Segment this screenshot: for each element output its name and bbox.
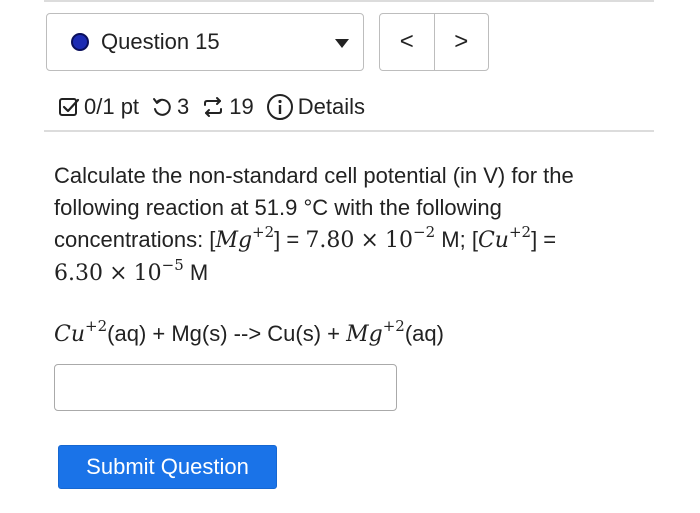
reaction-middle: (aq) + Mg(s) --> Cu(s) + [107, 321, 347, 346]
question-page: Question 15 < > 0/1 pt 3 19 Details Calc… [0, 0, 700, 513]
question-selector[interactable]: Question 15 [46, 13, 364, 71]
top-divider [44, 0, 654, 2]
score-text: 0/1 pt [84, 94, 140, 119]
cu-conc-mantissa: 6.30 [54, 261, 103, 286]
mg-conc-exp: −2 [413, 222, 436, 241]
attempts-info: 19 [201, 94, 254, 120]
question-selector-label: Question 15 [101, 29, 220, 54]
mg-species: Mg [215, 228, 253, 253]
mg-conc-mantissa: 7.80 [305, 228, 355, 253]
unit1: M; [ [435, 227, 478, 252]
reactant-species: Cu [54, 322, 86, 347]
times-sign-2: × [109, 261, 128, 286]
chevron-down-icon [335, 39, 349, 48]
eq1: ] = [274, 227, 306, 252]
reaction-end: (aq) [404, 321, 444, 346]
next-question-button[interactable]: > [433, 14, 489, 70]
status-dot-icon [71, 33, 89, 51]
submit-question-button[interactable]: Submit Question [58, 445, 277, 489]
mg-charge: +2 [252, 222, 275, 241]
question-text: Calculate the non-standard cell potentia… [54, 160, 654, 290]
reactant-charge: +2 [85, 316, 108, 335]
unit2: M [183, 260, 209, 285]
cu-charge: +2 [508, 222, 532, 241]
details-label: Details [297, 94, 366, 119]
score-info: 0/1 pt [58, 94, 139, 120]
product-species: Mg [346, 322, 383, 347]
details-toggle[interactable]: Details [266, 93, 365, 121]
product-charge: +2 [382, 316, 405, 335]
eq2: ] = [531, 227, 557, 252]
retries-info: 3 [151, 94, 189, 120]
checkbox-icon [59, 98, 80, 116]
ten-2: 10 [133, 261, 162, 286]
times-sign-1: × [360, 228, 379, 253]
undo-icon [153, 98, 171, 116]
reaction-equation: Cu+2(aq) + Mg(s) --> Cu(s) + Mg+2(aq) [54, 318, 444, 351]
cu-conc-exp: −5 [161, 255, 184, 274]
meta-divider [44, 130, 654, 132]
question-meta: 0/1 pt 3 19 Details [58, 92, 377, 122]
repeat-icon [204, 97, 223, 117]
retries-count: 3 [177, 94, 190, 119]
ten-1: 10 [385, 228, 414, 253]
answer-input[interactable] [54, 364, 397, 411]
cu-species: Cu [477, 228, 509, 253]
info-icon [266, 94, 293, 120]
question-nav-buttons: < > [379, 13, 489, 71]
prev-question-button[interactable]: < [380, 14, 434, 70]
attempts-count: 19 [229, 94, 254, 119]
